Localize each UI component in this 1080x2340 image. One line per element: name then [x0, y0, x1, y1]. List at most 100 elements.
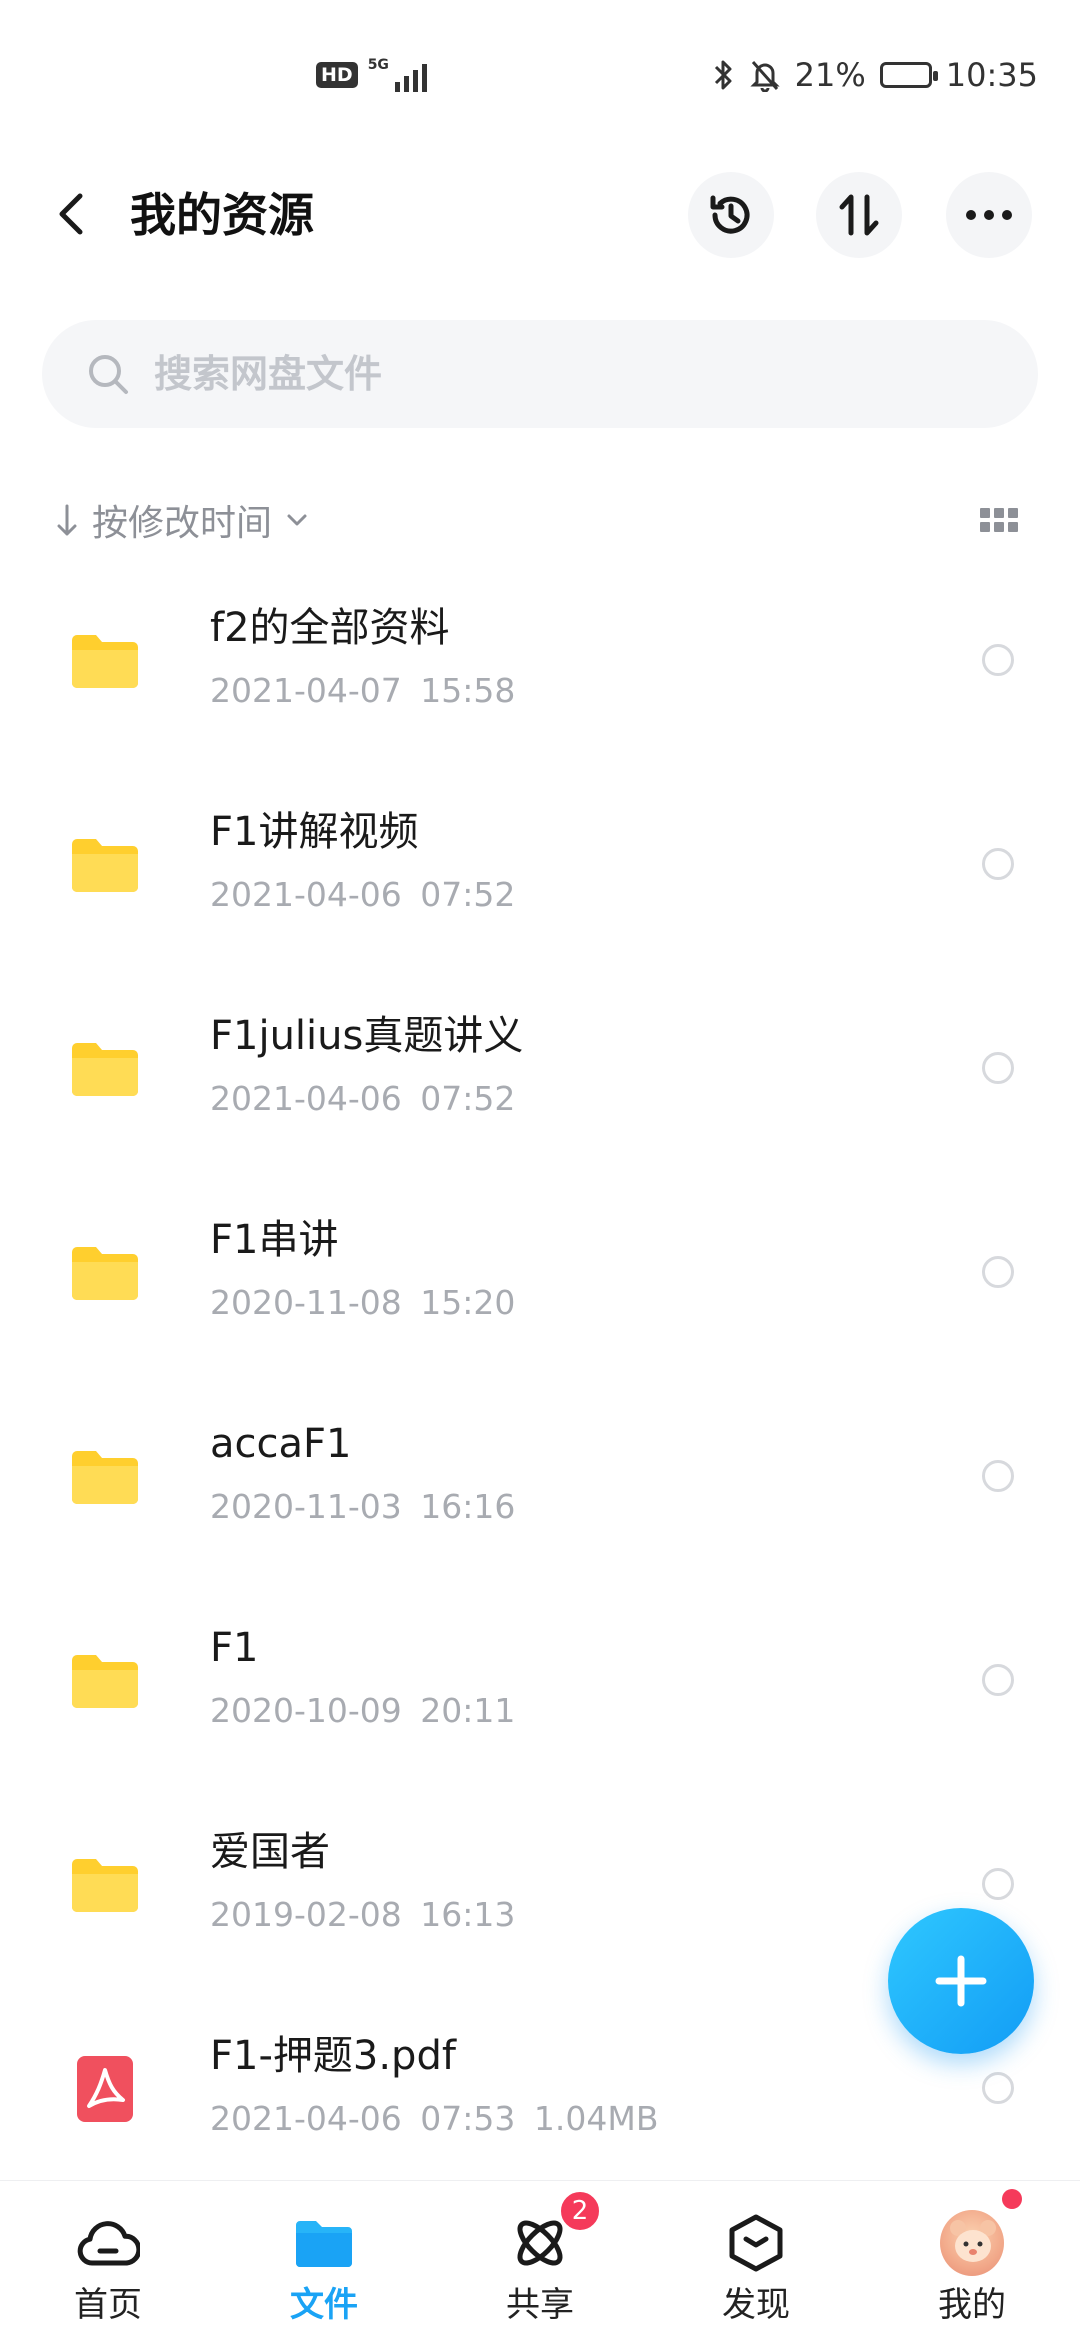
file-meta: 2021-04-06 07:52	[210, 1076, 515, 1122]
bottom-nav: 首页 文件 2 共享 发现 我的	[0, 2180, 1080, 2340]
discover-box-icon	[724, 2211, 788, 2275]
pdf-file-icon	[70, 2054, 140, 2124]
network-type: 5G	[367, 57, 389, 73]
file-date: 2020-11-08	[210, 1283, 402, 1322]
nav-share[interactable]: 2 共享	[460, 2189, 620, 2340]
file-name: F1julius真题讲义	[210, 1013, 524, 1059]
nav-mine[interactable]: 我的	[892, 2189, 1052, 2340]
file-meta: 2021-04-06 07:53 1.04MB	[210, 2096, 658, 2142]
clock: 10:35	[945, 56, 1038, 94]
search-input[interactable]	[154, 352, 954, 396]
file-date: 2019-02-08	[210, 1895, 402, 1934]
more-button[interactable]	[946, 172, 1032, 258]
select-checkbox[interactable]	[982, 1052, 1014, 1084]
select-checkbox[interactable]	[982, 848, 1014, 880]
nav-label: 共享	[506, 2285, 574, 2325]
status-bar: HD 5G 21% 10:35	[0, 0, 1080, 150]
file-meta: 2020-11-08 15:20	[210, 1280, 515, 1326]
file-time: 20:11	[420, 1691, 516, 1730]
notification-dot	[1002, 2189, 1022, 2209]
sort-dropdown[interactable]: 按修改时间	[56, 494, 308, 546]
nav-home[interactable]: 首页	[28, 2211, 188, 2340]
file-row[interactable]: F1julius真题讲义 2021-04-06 07:52	[0, 988, 1080, 1192]
nav-files[interactable]: 文件	[244, 2211, 404, 2340]
file-name: 爱国者	[210, 1829, 330, 1875]
select-checkbox[interactable]	[982, 644, 1014, 676]
nav-label: 文件	[290, 2285, 358, 2325]
file-name: F1讲解视频	[210, 809, 419, 855]
file-time: 07:52	[420, 1079, 516, 1118]
avatar-wrap	[940, 2189, 1022, 2276]
bluetooth-icon	[714, 60, 732, 90]
history-button[interactable]	[688, 172, 774, 258]
battery-percent: 21%	[794, 56, 866, 94]
folder-icon	[70, 830, 140, 900]
file-meta: 2020-11-03 16:16	[210, 1484, 515, 1530]
file-row[interactable]: accaF1 2020-11-03 16:16	[0, 1396, 1080, 1600]
file-row[interactable]: F1串讲 2020-11-08 15:20	[0, 1192, 1080, 1396]
folder-icon	[292, 2211, 356, 2275]
file-time: 07:53	[420, 2099, 516, 2138]
file-row[interactable]: f2的全部资料 2021-04-07 15:58	[0, 580, 1080, 784]
sort-label: 按修改时间	[92, 503, 273, 544]
grid-view-toggle[interactable]	[980, 508, 1018, 532]
select-checkbox[interactable]	[982, 2072, 1014, 2104]
folder-icon	[70, 1238, 140, 1308]
mute-bell-icon	[750, 61, 780, 92]
nav-label: 首页	[74, 2285, 142, 2325]
plus-icon	[935, 1955, 987, 2007]
file-meta: 2020-10-09 20:11	[210, 1688, 515, 1734]
file-date: 2020-10-09	[210, 1691, 402, 1730]
file-date: 2021-04-06	[210, 2099, 402, 2138]
file-meta: 2021-04-07 15:58	[210, 668, 515, 714]
search-bar[interactable]	[42, 320, 1038, 428]
select-checkbox[interactable]	[982, 1868, 1014, 1900]
history-icon	[710, 195, 750, 234]
share-badge: 2	[558, 2189, 602, 2233]
file-date: 2021-04-06	[210, 1079, 402, 1118]
select-checkbox[interactable]	[982, 1256, 1014, 1288]
folder-icon	[70, 1646, 140, 1716]
select-checkbox[interactable]	[982, 1664, 1014, 1696]
file-time: 16:13	[420, 1895, 516, 1934]
file-time: 16:16	[420, 1487, 516, 1526]
add-button[interactable]	[888, 1908, 1034, 2054]
file-meta: 2019-02-08 16:13	[210, 1892, 515, 1938]
file-time: 15:58	[420, 671, 516, 710]
status-left: HD 5G	[316, 58, 427, 92]
back-button[interactable]	[40, 182, 104, 246]
file-time: 07:52	[420, 875, 516, 914]
file-time: 15:20	[420, 1283, 516, 1322]
file-name: F1串讲	[210, 1217, 339, 1263]
file-name: F1	[210, 1625, 259, 1671]
nav-label: 我的	[938, 2285, 1006, 2325]
folder-icon	[70, 626, 140, 696]
battery-icon	[879, 62, 938, 88]
sort-icon	[839, 194, 879, 236]
file-name: F1-押题3.pdf	[210, 2033, 456, 2079]
file-name: f2的全部资料	[210, 605, 450, 651]
file-name: accaF1	[210, 1421, 352, 1467]
file-size: 1.04MB	[533, 2099, 659, 2138]
status-right: 21% 10:35	[713, 56, 1038, 94]
folder-icon	[70, 1850, 140, 1920]
orbit-share-icon: 2	[508, 2189, 602, 2275]
signal-icon: 5G	[368, 58, 427, 92]
sort-direction-icon	[57, 504, 77, 536]
select-checkbox[interactable]	[982, 1460, 1014, 1492]
transfer-sort-button[interactable]	[816, 172, 902, 258]
back-icon	[59, 193, 83, 235]
file-row[interactable]: F1 2020-10-09 20:11	[0, 1600, 1080, 1804]
file-date: 2021-04-06	[210, 875, 402, 914]
file-row[interactable]: F1讲解视频 2021-04-06 07:52	[0, 784, 1080, 988]
chevron-down-icon	[287, 514, 307, 526]
file-date: 2020-11-03	[210, 1487, 402, 1526]
app-header: 我的资源	[0, 150, 1080, 280]
more-icon	[966, 210, 1012, 220]
page-title: 我的资源	[130, 188, 314, 242]
file-date: 2021-04-07	[210, 671, 402, 710]
search-icon	[89, 355, 128, 394]
nav-discover[interactable]: 发现	[676, 2211, 836, 2340]
folder-icon	[70, 1034, 140, 1104]
cloud-home-icon	[76, 2211, 140, 2275]
